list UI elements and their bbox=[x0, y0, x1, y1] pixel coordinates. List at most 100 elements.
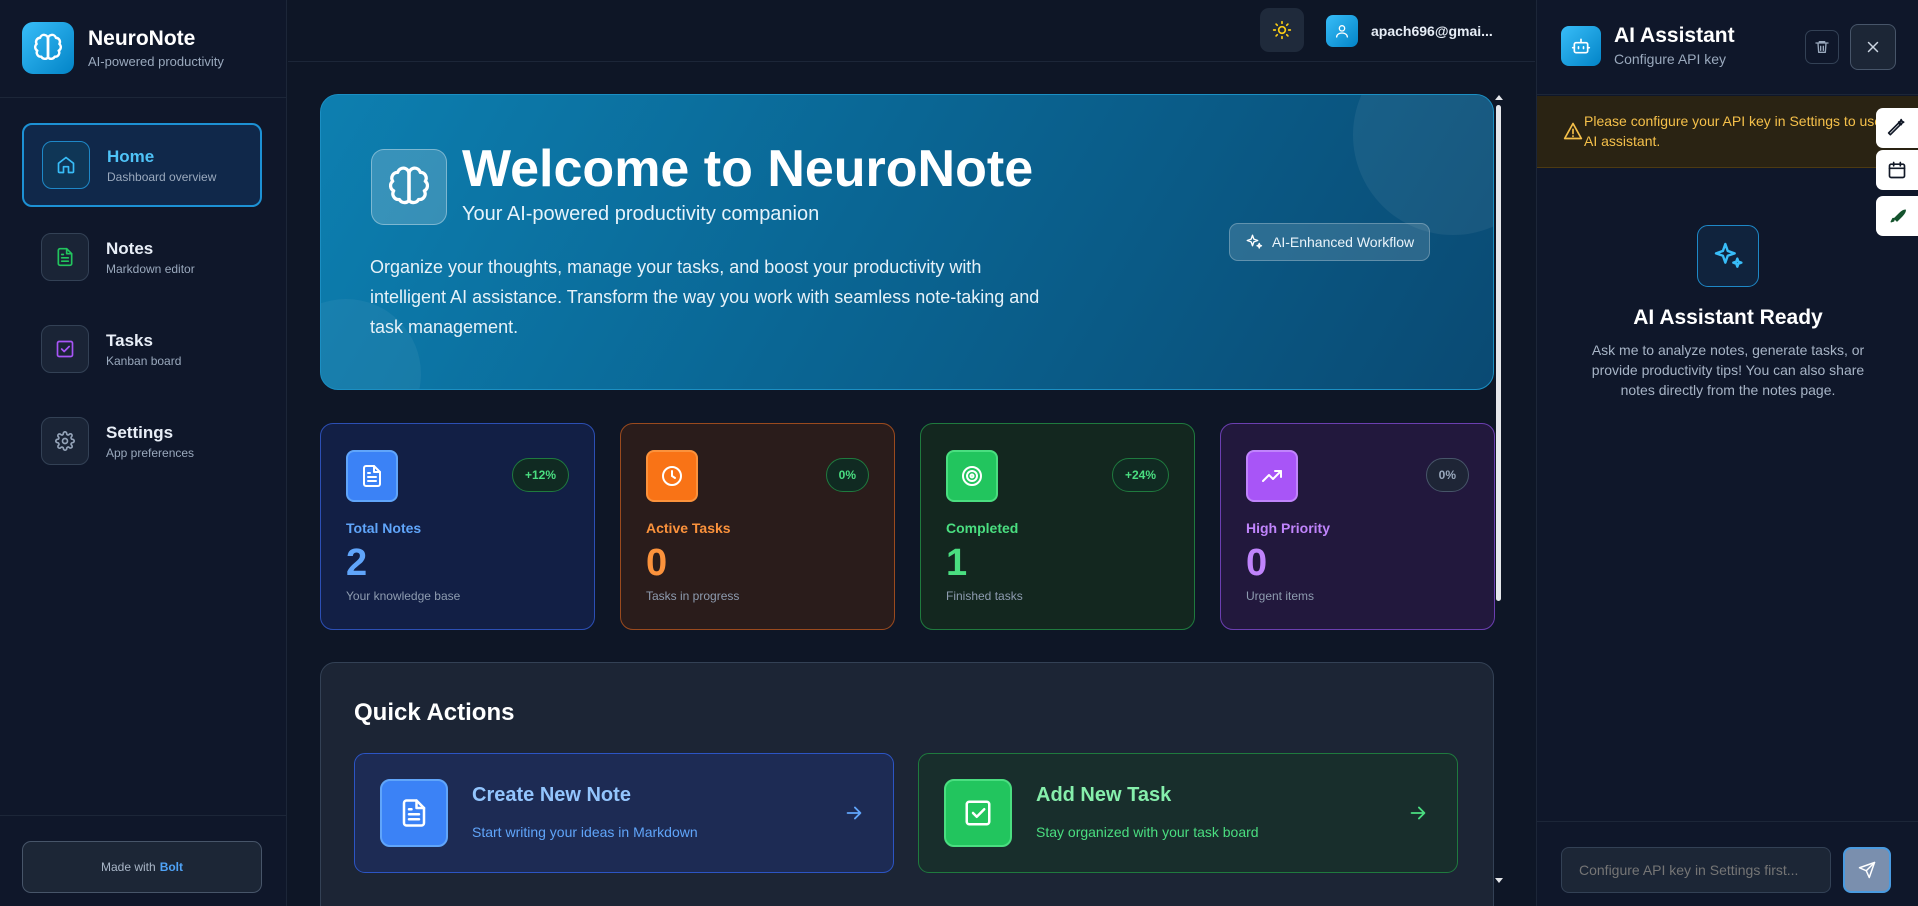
rocket-tool-button[interactable] bbox=[1876, 196, 1918, 236]
bot-icon bbox=[1561, 26, 1601, 66]
arrow-right-icon bbox=[1410, 806, 1426, 820]
stat-label: Total Notes bbox=[346, 520, 422, 536]
send-button[interactable] bbox=[1843, 847, 1891, 893]
stat-label: Completed bbox=[946, 520, 1019, 536]
ai-workflow-badge: AI-Enhanced Workflow bbox=[1229, 223, 1431, 261]
floating-toolbar bbox=[1876, 108, 1918, 236]
action-title: Add New Task bbox=[1036, 784, 1172, 806]
brain-icon bbox=[22, 22, 74, 74]
stat-change-badge: 0% bbox=[1425, 458, 1469, 492]
magic-pen-icon bbox=[1887, 118, 1905, 136]
stats-grid: +12% Total Notes 2 Your knowledge base 0… bbox=[320, 423, 1495, 630]
divider bbox=[0, 97, 287, 98]
action-title: Create New Note bbox=[472, 784, 631, 806]
quick-actions-title: Quick Actions bbox=[354, 699, 515, 726]
user-menu[interactable]: apach696@gmai... bbox=[1326, 15, 1493, 47]
sun-icon bbox=[1272, 20, 1292, 40]
stat-change-badge: +24% bbox=[1111, 458, 1169, 492]
sidebar-nav: Home Dashboard overview Notes Markdown e… bbox=[22, 123, 262, 491]
quick-actions-panel: Quick Actions Create New Note Start writ… bbox=[320, 662, 1494, 906]
document-icon bbox=[380, 779, 448, 847]
sidebar: NeuroNote AI-powered productivity Home D… bbox=[0, 0, 287, 906]
sidebar-item-desc: App preferences bbox=[106, 445, 195, 460]
main-scrollbar[interactable] bbox=[1495, 95, 1503, 885]
scroll-up-arrow[interactable] bbox=[1495, 95, 1503, 100]
brand-title: NeuroNote bbox=[88, 27, 196, 50]
warning-icon bbox=[1563, 122, 1583, 140]
panel-title: AI Assistant bbox=[1614, 24, 1735, 47]
calendar-tool-button[interactable] bbox=[1876, 150, 1918, 190]
close-icon bbox=[1867, 41, 1879, 53]
document-icon bbox=[346, 450, 398, 502]
page-subtitle: Your AI-powered productivity companion bbox=[462, 203, 820, 225]
panel-subtitle: Configure API key bbox=[1614, 51, 1727, 67]
sidebar-item-home[interactable]: Home Dashboard overview bbox=[22, 123, 262, 207]
brand[interactable]: NeuroNote AI-powered productivity bbox=[22, 22, 224, 74]
action-desc: Stay organized with your task board bbox=[1036, 824, 1259, 840]
rocket-icon bbox=[1890, 209, 1906, 223]
sidebar-item-desc: Kanban board bbox=[106, 353, 182, 368]
chat-input-bar bbox=[1537, 821, 1918, 906]
api-key-warning: Please configure your API key in Setting… bbox=[1537, 96, 1918, 168]
sidebar-item-label: Notes bbox=[106, 238, 154, 258]
action-desc: Start writing your ideas in Markdown bbox=[472, 824, 698, 840]
calendar-icon bbox=[1888, 161, 1906, 179]
ready-description: Ask me to analyze notes, generate tasks,… bbox=[1591, 342, 1865, 398]
edit-tool-button[interactable] bbox=[1876, 108, 1918, 148]
sidebar-item-label: Settings bbox=[106, 422, 174, 442]
clear-chat-button[interactable] bbox=[1805, 30, 1839, 64]
sparkles-icon bbox=[1246, 234, 1263, 249]
brain-icon bbox=[371, 149, 447, 225]
stat-card-total-notes[interactable]: +12% Total Notes 2 Your knowledge base bbox=[320, 423, 595, 630]
top-bar: apach696@gmai... bbox=[288, 0, 1535, 62]
sidebar-item-label: Home bbox=[107, 146, 155, 166]
stat-desc: Finished tasks bbox=[946, 589, 1023, 603]
close-panel-button[interactable] bbox=[1850, 24, 1896, 70]
theme-toggle-button[interactable] bbox=[1260, 8, 1304, 52]
sidebar-item-settings[interactable]: Settings App preferences bbox=[22, 399, 262, 483]
stat-label: High Priority bbox=[1246, 520, 1331, 536]
send-icon bbox=[1858, 861, 1876, 879]
create-note-button[interactable]: Create New Note Start writing your ideas… bbox=[354, 753, 894, 873]
stat-card-active-tasks[interactable]: 0% Active Tasks 0 Tasks in progress bbox=[620, 423, 895, 630]
stat-change-badge: +12% bbox=[511, 458, 569, 492]
chat-input[interactable] bbox=[1561, 847, 1831, 893]
main-content: Welcome to NeuroNote Your AI-powered pro… bbox=[288, 63, 1535, 906]
stat-label: Active Tasks bbox=[646, 520, 731, 536]
target-icon bbox=[946, 450, 998, 502]
welcome-description: Organize your thoughts, manage your task… bbox=[370, 257, 1040, 337]
made-with-text: Made with bbox=[100, 860, 156, 874]
trash-icon bbox=[1815, 41, 1829, 53]
scroll-down-arrow[interactable] bbox=[1495, 878, 1503, 883]
ready-title: AI Assistant Ready bbox=[1633, 306, 1823, 329]
stat-card-high-priority[interactable]: 0% High Priority 0 Urgent items bbox=[1220, 423, 1495, 630]
sparkles-icon bbox=[1697, 225, 1759, 287]
stat-card-completed[interactable]: +24% Completed 1 Finished tasks bbox=[920, 423, 1195, 630]
add-task-button[interactable]: Add New Task Stay organized with your ta… bbox=[918, 753, 1458, 873]
sidebar-item-tasks[interactable]: Tasks Kanban board bbox=[22, 307, 262, 391]
gear-icon bbox=[41, 417, 89, 465]
made-with-bolt-link[interactable]: Made with Bolt bbox=[22, 841, 262, 893]
sidebar-item-desc: Markdown editor bbox=[106, 261, 195, 276]
stat-value: 0 bbox=[646, 542, 668, 584]
badge-label: AI-Enhanced Workflow bbox=[1272, 234, 1415, 250]
ai-assistant-panel: AI Assistant Configure API key Please co… bbox=[1536, 0, 1918, 906]
clock-icon bbox=[646, 450, 698, 502]
stat-value: 0 bbox=[1246, 542, 1268, 584]
home-icon bbox=[42, 141, 90, 189]
user-icon bbox=[1326, 15, 1358, 47]
trending-up-icon bbox=[1246, 450, 1298, 502]
bolt-link[interactable]: Bolt bbox=[160, 860, 183, 874]
sidebar-item-notes[interactable]: Notes Markdown editor bbox=[22, 215, 262, 299]
scroll-thumb[interactable] bbox=[1496, 105, 1501, 601]
welcome-banner: Welcome to NeuroNote Your AI-powered pro… bbox=[320, 94, 1494, 390]
user-email: apach696@gmai... bbox=[1371, 23, 1493, 39]
stat-change-badge: 0% bbox=[825, 458, 869, 492]
stat-value: 1 bbox=[946, 542, 968, 584]
stat-desc: Tasks in progress bbox=[646, 589, 740, 603]
checkbox-icon bbox=[944, 779, 1012, 847]
checkbox-icon bbox=[41, 325, 89, 373]
stat-desc: Urgent items bbox=[1246, 589, 1315, 603]
sidebar-item-desc: Dashboard overview bbox=[107, 169, 217, 184]
sidebar-item-label: Tasks bbox=[106, 330, 153, 350]
